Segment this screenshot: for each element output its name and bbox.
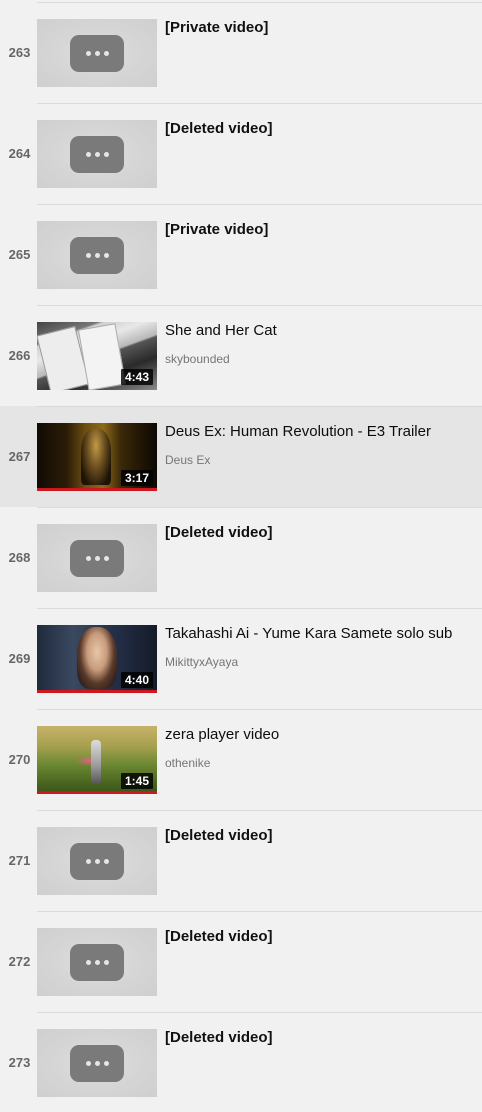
playlist-item[interactable]: 266 4:43 She and Her Cat skybounded — [0, 305, 482, 406]
video-title[interactable]: She and Her Cat — [165, 322, 476, 339]
playlist-item[interactable]: 273 [Deleted video] — [0, 1012, 482, 1112]
item-index: 270 — [8, 752, 31, 767]
video-title[interactable]: [Deleted video] — [165, 1029, 476, 1046]
video-title[interactable]: [Private video] — [165, 19, 476, 36]
watched-progress-bar — [37, 488, 157, 491]
duration-badge: 1:45 — [120, 773, 153, 789]
channel-name[interactable]: Deus Ex — [165, 453, 210, 467]
divider — [37, 2, 482, 3]
more-dots-icon — [70, 944, 124, 981]
divider — [37, 608, 482, 609]
duration-badge: 3:17 — [120, 470, 153, 486]
item-index: 263 — [8, 45, 31, 60]
divider — [37, 911, 482, 912]
video-thumbnail[interactable] — [37, 120, 157, 188]
playlist-item[interactable]: 270 1:45 zera player video othenike — [0, 709, 482, 810]
divider — [37, 204, 482, 205]
duration-badge: 4:40 — [120, 672, 153, 688]
playlist-item[interactable]: 269 4:40 Takahashi Ai - Yume Kara Samete… — [0, 608, 482, 709]
video-thumbnail[interactable] — [37, 19, 157, 87]
video-thumbnail[interactable]: 1:45 — [37, 726, 157, 794]
watched-progress-bar — [37, 791, 157, 794]
channel-name[interactable]: MikittyxAyaya — [165, 655, 238, 669]
more-dots-icon — [70, 237, 124, 274]
video-thumbnail[interactable] — [37, 524, 157, 592]
playlist-item[interactable]: 271 [Deleted video] — [0, 810, 482, 911]
video-title[interactable]: Deus Ex: Human Revolution - E3 Trailer — [165, 423, 476, 440]
thumbnail-art — [77, 627, 117, 689]
playlist-panel: 263 [Private video] 264 [Deleted video] … — [0, 0, 482, 1112]
video-thumbnail[interactable]: 4:40 — [37, 625, 157, 693]
video-title[interactable]: Takahashi Ai - Yume Kara Samete solo sub — [165, 625, 476, 642]
item-index: 266 — [8, 348, 31, 363]
channel-name[interactable]: skybounded — [165, 352, 230, 366]
playlist-item[interactable]: 264 [Deleted video] — [0, 103, 482, 204]
playlist-item[interactable]: 272 [Deleted video] — [0, 911, 482, 1012]
video-thumbnail[interactable] — [37, 827, 157, 895]
video-title[interactable]: [Deleted video] — [165, 827, 476, 844]
video-thumbnail[interactable]: 4:43 — [37, 322, 157, 390]
video-thumbnail[interactable] — [37, 1029, 157, 1097]
divider — [37, 406, 482, 407]
video-title[interactable]: zera player video — [165, 726, 476, 743]
item-index: 268 — [8, 550, 31, 565]
divider — [37, 810, 482, 811]
item-index: 272 — [8, 954, 31, 969]
item-index: 271 — [8, 853, 31, 868]
divider — [37, 103, 482, 104]
video-title[interactable]: [Deleted video] — [165, 928, 476, 945]
more-dots-icon — [70, 540, 124, 577]
item-index: 267 — [8, 449, 31, 464]
divider — [37, 507, 482, 508]
item-index: 273 — [8, 1055, 31, 1070]
duration-badge: 4:43 — [120, 369, 153, 385]
channel-name[interactable]: othenike — [165, 756, 210, 770]
video-title[interactable]: [Deleted video] — [165, 120, 476, 137]
playlist-item[interactable]: 263 [Private video] — [0, 2, 482, 103]
video-title[interactable]: [Deleted video] — [165, 524, 476, 541]
video-thumbnail[interactable]: 3:17 — [37, 423, 157, 491]
divider — [37, 305, 482, 306]
item-index: 265 — [8, 247, 31, 262]
watched-progress-bar — [37, 690, 157, 693]
divider — [37, 1012, 482, 1013]
playlist-item[interactable]: 265 [Private video] — [0, 204, 482, 305]
video-thumbnail[interactable] — [37, 221, 157, 289]
video-title[interactable]: [Private video] — [165, 221, 476, 238]
more-dots-icon — [70, 136, 124, 173]
thumbnail-art — [81, 429, 111, 485]
more-dots-icon — [70, 843, 124, 880]
more-dots-icon — [70, 1045, 124, 1082]
playlist-item-active[interactable]: 267 3:17 Deus Ex: Human Revolution - E3 … — [0, 406, 482, 507]
video-thumbnail[interactable] — [37, 928, 157, 996]
playlist-item[interactable]: 268 [Deleted video] — [0, 507, 482, 608]
more-dots-icon — [70, 35, 124, 72]
item-index: 264 — [8, 146, 31, 161]
thumbnail-art — [91, 740, 101, 784]
item-index: 269 — [8, 651, 31, 666]
divider — [37, 709, 482, 710]
